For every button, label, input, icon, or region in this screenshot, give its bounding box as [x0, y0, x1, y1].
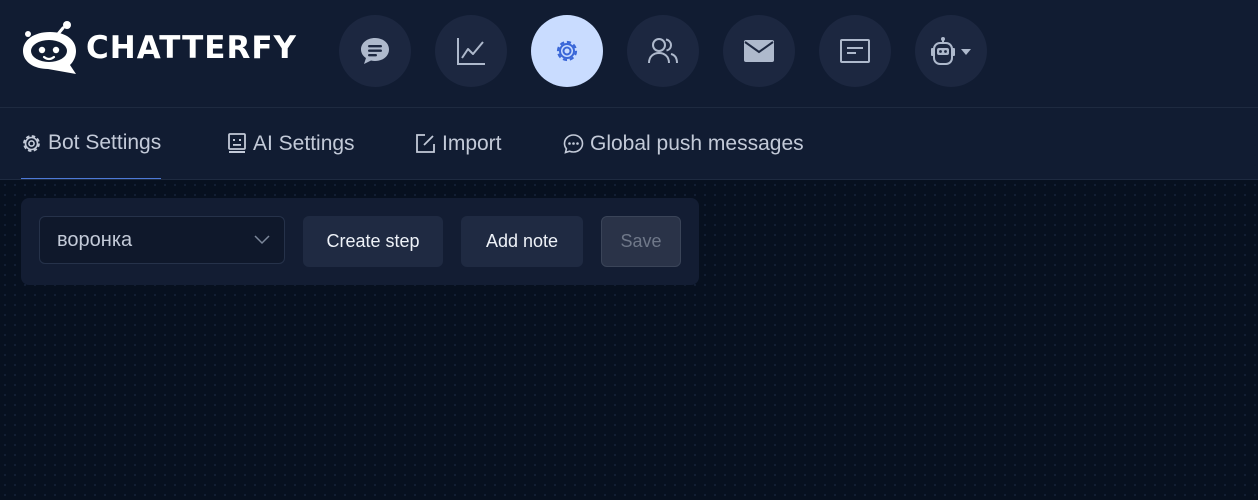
brand-name: CHATTERFY — [86, 30, 297, 66]
chevron-down-icon — [961, 49, 971, 55]
tab-label: Global push messages — [590, 131, 804, 155]
funnel-select[interactable]: воронка — [39, 216, 285, 264]
tab-label: Import — [442, 131, 502, 155]
bot-icon — [931, 37, 971, 65]
chat-bubble-icon — [563, 133, 584, 154]
add-note-button[interactable]: Add note — [461, 216, 583, 267]
funnel-select-value: воронка — [57, 229, 133, 251]
create-step-button[interactable]: Create step — [303, 216, 443, 267]
tab-import[interactable]: Import — [415, 108, 502, 179]
nav-chats-button[interactable] — [339, 15, 411, 87]
users-icon — [648, 38, 678, 64]
nav-settings-button[interactable] — [531, 15, 603, 87]
mail-icon — [744, 40, 774, 62]
tab-ai-settings[interactable]: AI Settings — [227, 108, 355, 179]
nav-mail-button[interactable] — [723, 15, 795, 87]
nav-analytics-button[interactable] — [435, 15, 507, 87]
top-navigation-bar: CHATTERFY — [0, 0, 1258, 108]
tab-label: AI Settings — [253, 131, 355, 155]
gear-icon — [21, 133, 42, 154]
chat-icon — [361, 38, 389, 64]
save-button[interactable]: Save — [601, 216, 681, 267]
settings-tabs: Bot Settings AI Settings Import Global p… — [0, 108, 1258, 180]
tab-label: Bot Settings — [48, 131, 162, 154]
funnel-toolbar: воронка Create step Add note Save — [21, 198, 699, 285]
nav-messages-button[interactable] — [819, 15, 891, 87]
chatterfy-logo[interactable]: CHATTERFY — [20, 20, 297, 76]
tab-bot-settings[interactable]: Bot Settings — [21, 108, 162, 179]
analytics-icon — [457, 38, 485, 65]
bot-logo-icon — [23, 21, 76, 74]
nav-users-button[interactable] — [627, 15, 699, 87]
tab-global-push-messages[interactable]: Global push messages — [563, 108, 804, 179]
nav-bot-menu-button[interactable] — [915, 15, 987, 87]
chevron-down-icon — [254, 232, 270, 250]
ai-icon — [227, 133, 247, 154]
settings-icon — [556, 40, 578, 62]
edit-icon — [415, 133, 436, 154]
message-card-icon — [840, 39, 870, 63]
